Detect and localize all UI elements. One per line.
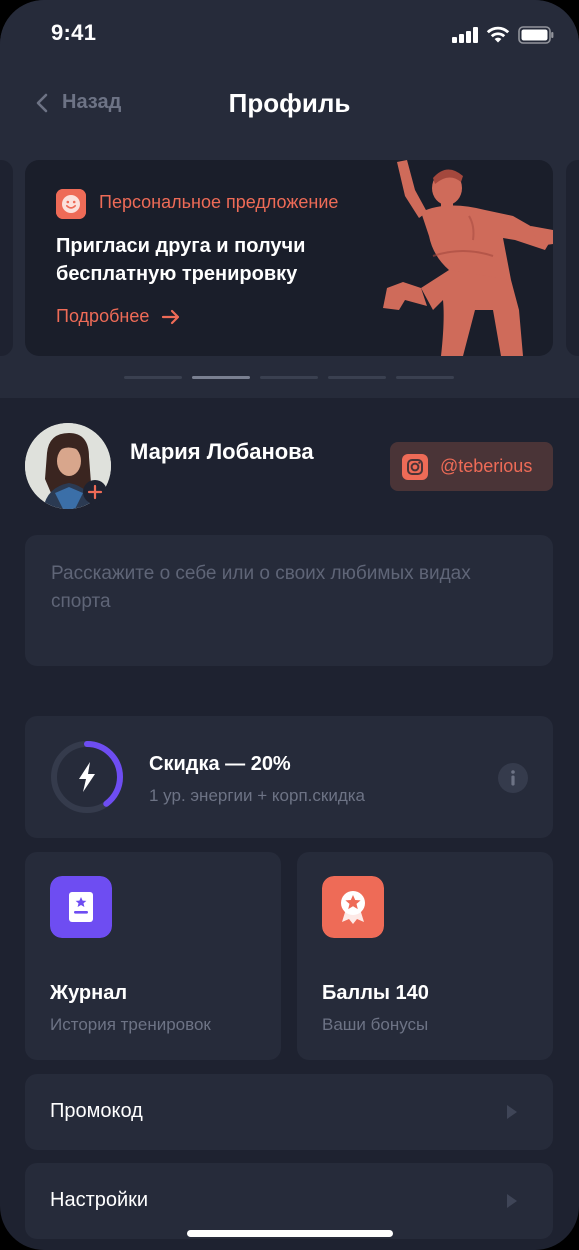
athlete-image [383, 160, 553, 356]
home-indicator [187, 1230, 393, 1237]
instagram-handle: @teberious [440, 456, 533, 476]
banner-more-label: Подробнее [56, 306, 150, 326]
add-photo-icon[interactable] [83, 480, 107, 504]
settings-label: Настройки [50, 1189, 149, 1211]
page-title: Профиль [228, 88, 351, 118]
instagram-icon [402, 453, 428, 480]
arrow-right-icon [162, 309, 180, 324]
points-subtitle: Ваши бонусы [322, 1015, 429, 1034]
smile-icon [56, 189, 86, 219]
promo-code-row[interactable]: Промокод [25, 1074, 553, 1150]
journal-tile[interactable]: Журнал История тренировок [25, 852, 281, 1060]
carousel-dot[interactable] [260, 376, 318, 379]
battery-icon [518, 26, 554, 44]
journal-subtitle: История тренировок [50, 1015, 211, 1034]
phone-screen: 9:41 Назад Профиль Персональное предложе… [0, 0, 579, 1250]
carousel-dot[interactable] [328, 376, 386, 379]
nav-bar: Назад Профиль [0, 80, 579, 130]
carousel-dot[interactable] [192, 376, 250, 379]
discount-card[interactable]: Скидка — 20% 1 ур. энергии + корп.скидка [25, 716, 553, 838]
lightning-icon [79, 762, 95, 792]
status-time: 9:41 [51, 20, 97, 45]
banner-prev-card[interactable] [0, 160, 13, 356]
banner-next-card[interactable] [566, 160, 579, 356]
chevron-right-icon [507, 1105, 517, 1119]
carousel-indicator [124, 376, 454, 379]
carousel-dot[interactable] [124, 376, 182, 379]
profile-name: Мария Лобанова [130, 439, 314, 464]
discount-title: Скидка — 20% [149, 753, 291, 775]
discount-subtitle: 1 ур. энергии + корп.скидка [149, 786, 366, 805]
promo-banner[interactable]: Персональное предложение Пригласи друга … [25, 160, 553, 356]
energy-ring [51, 741, 123, 813]
info-icon[interactable] [498, 763, 528, 793]
points-title: Баллы 140 [322, 982, 429, 1004]
banner-title: Пригласи друга и получи бесплатную трени… [56, 235, 306, 285]
journal-icon [50, 876, 112, 938]
bio-placeholder: Расскажите о себе или о своих любимых ви… [51, 563, 471, 612]
carousel-dot[interactable] [396, 376, 454, 379]
instagram-button[interactable]: @teberious [390, 442, 553, 491]
bio-input[interactable]: Расскажите о себе или о своих любимых ви… [25, 535, 553, 666]
banner-more-link[interactable]: Подробнее [56, 306, 181, 327]
star-badge-icon [322, 876, 384, 938]
offer-label: Персональное предложение [99, 192, 339, 212]
promo-code-label: Промокод [50, 1100, 143, 1122]
settings-row[interactable]: Настройки [25, 1163, 553, 1239]
status-bar: 9:41 [0, 0, 579, 70]
journal-title: Журнал [50, 982, 128, 1004]
signal-icon [452, 27, 480, 43]
points-tile[interactable]: Баллы 140 Ваши бонусы [297, 852, 553, 1060]
wifi-icon [486, 26, 510, 43]
chevron-right-icon [507, 1194, 517, 1208]
